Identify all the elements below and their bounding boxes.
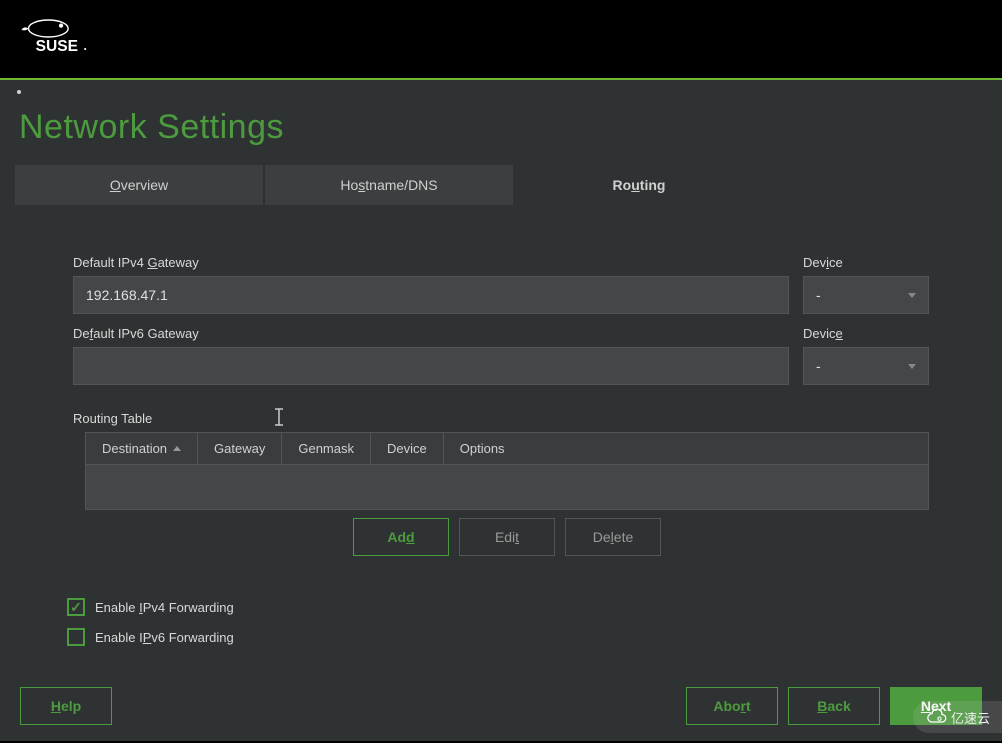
col-device[interactable]: Device bbox=[371, 433, 444, 464]
sort-asc-icon bbox=[173, 446, 181, 451]
ipv4-gateway-input[interactable] bbox=[73, 276, 789, 314]
ipv6-forwarding-label: Enable IPv6 Forwarding bbox=[95, 630, 234, 645]
checkbox-icon bbox=[67, 628, 85, 646]
main-panel: Network Settings Overview Hostname/DNS R… bbox=[0, 80, 1002, 741]
col-gateway[interactable]: Gateway bbox=[198, 433, 282, 464]
tab-hostname-dns[interactable]: Hostname/DNS bbox=[265, 165, 513, 205]
ipv4-device-select[interactable]: - bbox=[803, 276, 929, 314]
ipv4-forwarding-checkbox[interactable]: Enable IPv4 Forwarding bbox=[67, 598, 929, 616]
ipv6-device-label: Device bbox=[803, 326, 929, 341]
page-title: Network Settings bbox=[19, 108, 987, 147]
ipv6-forwarding-checkbox[interactable]: Enable IPv6 Forwarding bbox=[67, 628, 929, 646]
suse-logo: SUSE bbox=[20, 12, 105, 67]
svg-text:SUSE: SUSE bbox=[36, 38, 78, 55]
cloud-icon bbox=[927, 707, 947, 727]
tab-bar: Overview Hostname/DNS Routing bbox=[15, 165, 987, 205]
routing-table: Destination Gateway Genmask Device Optio… bbox=[85, 432, 929, 510]
table-header: Destination Gateway Genmask Device Optio… bbox=[86, 433, 928, 465]
table-body[interactable] bbox=[86, 465, 928, 509]
help-button[interactable]: Help bbox=[20, 687, 112, 725]
ipv4-device-label: Device bbox=[803, 255, 929, 270]
col-options[interactable]: Options bbox=[444, 433, 521, 464]
col-genmask[interactable]: Genmask bbox=[282, 433, 371, 464]
ipv6-gateway-input[interactable] bbox=[73, 347, 789, 385]
routing-table-label: Routing Table bbox=[73, 411, 929, 426]
edit-button[interactable]: Edit bbox=[459, 518, 555, 556]
chevron-down-icon bbox=[908, 293, 916, 298]
chevron-down-icon bbox=[908, 364, 916, 369]
routing-content: Default IPv4 Gateway Device - Default IP… bbox=[15, 205, 987, 646]
back-button[interactable]: Back bbox=[788, 687, 880, 725]
watermark: 亿速云 bbox=[913, 701, 1002, 733]
ipv4-forwarding-label: Enable IPv4 Forwarding bbox=[95, 600, 234, 615]
delete-button[interactable]: Delete bbox=[565, 518, 661, 556]
add-button[interactable]: Add bbox=[353, 518, 449, 556]
ipv6-gateway-label: Default IPv6 Gateway bbox=[73, 326, 789, 341]
col-destination[interactable]: Destination bbox=[86, 433, 198, 464]
ipv4-gateway-label: Default IPv4 Gateway bbox=[73, 255, 789, 270]
ipv6-device-select[interactable]: - bbox=[803, 347, 929, 385]
title-bullet-icon bbox=[17, 90, 21, 94]
footer-bar: Help Abort Back Next bbox=[20, 687, 982, 725]
tab-routing[interactable]: Routing bbox=[515, 165, 763, 205]
checkbox-icon bbox=[67, 598, 85, 616]
app-header: SUSE bbox=[0, 0, 1002, 80]
abort-button[interactable]: Abort bbox=[686, 687, 778, 725]
tab-overview[interactable]: Overview bbox=[15, 165, 263, 205]
